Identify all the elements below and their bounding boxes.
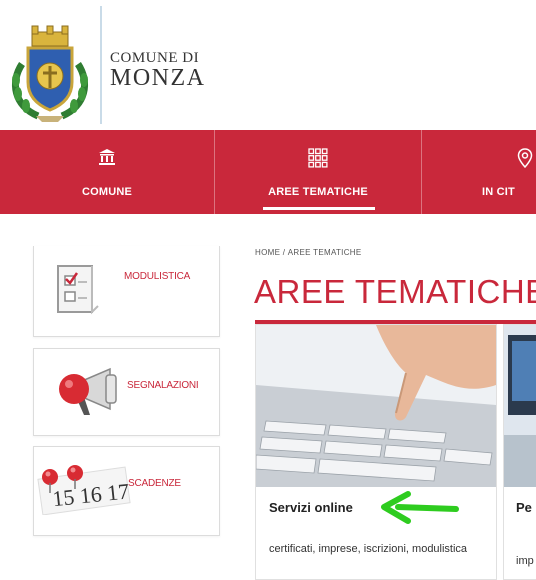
green-arrow-icon: [381, 491, 459, 524]
coat-of-arms-icon[interactable]: [8, 24, 92, 122]
nav-item-comune[interactable]: COMUNE: [0, 130, 214, 214]
brand-name: MONZA: [110, 65, 206, 91]
tile-description: certificati, imprese, iscrizioni, moduli…: [269, 543, 468, 555]
tile-title: Servizi online: [269, 500, 353, 515]
sidebar-item-label: SEGNALAZIONI: [127, 380, 199, 391]
main-nav: COMUNE AREE TEMATICHE IN CIT: [0, 130, 536, 214]
tile-title: Pe: [516, 500, 532, 515]
sidebar-item-label: MODULISTICA: [124, 271, 191, 282]
form-checklist-icon: [57, 265, 99, 315]
nav-label-comune: COMUNE: [81, 186, 133, 198]
breadcrumb-separator: /: [282, 248, 286, 257]
sidebar-item-label: SCADENZE: [128, 478, 181, 489]
nav-item-in-citta[interactable]: IN CIT: [422, 130, 536, 214]
tile-description: imp: [516, 555, 534, 567]
institution-icon: [99, 149, 115, 165]
tile-servizi-online[interactable]: Servizi online certificati, imprese, isc…: [255, 324, 497, 580]
breadcrumb-current: AREE TEMATICHE: [287, 248, 362, 257]
tile-image: [504, 325, 536, 487]
sidebar-item-scadenze[interactable]: 15 16 17 SCADENZE: [33, 446, 220, 536]
tile-second[interactable]: Pe imp: [503, 324, 536, 580]
page-title: AREE TEMATICHE: [254, 273, 536, 310]
nav-label-aree-tematiche: AREE TEMATICHE: [268, 186, 368, 198]
breadcrumb-home[interactable]: HOME: [255, 248, 280, 257]
sidebar-item-modulistica[interactable]: MODULISTICA: [33, 246, 220, 337]
site-brand[interactable]: COMUNE DI MONZA: [110, 50, 206, 90]
map-pin-icon: [517, 148, 533, 168]
nav-active-indicator: [263, 207, 375, 210]
nav-label-in-citta: IN CIT: [482, 186, 515, 198]
nav-item-aree-tematiche[interactable]: AREE TEMATICHE: [215, 130, 421, 214]
calendar-dates-icon: 15 16 17: [37, 465, 131, 515]
breadcrumb: HOME / AREE TEMATICHE: [255, 248, 362, 257]
sidebar-item-segnalazioni[interactable]: SEGNALAZIONI: [33, 348, 220, 436]
site-header: COMUNE DI MONZA: [0, 0, 536, 130]
keyboard-hand-image: [256, 325, 496, 487]
brand-small-text: COMUNE DI: [110, 50, 200, 66]
header-divider: [100, 6, 102, 124]
megaphone-icon: [59, 367, 117, 415]
grid-icon: [308, 148, 328, 168]
